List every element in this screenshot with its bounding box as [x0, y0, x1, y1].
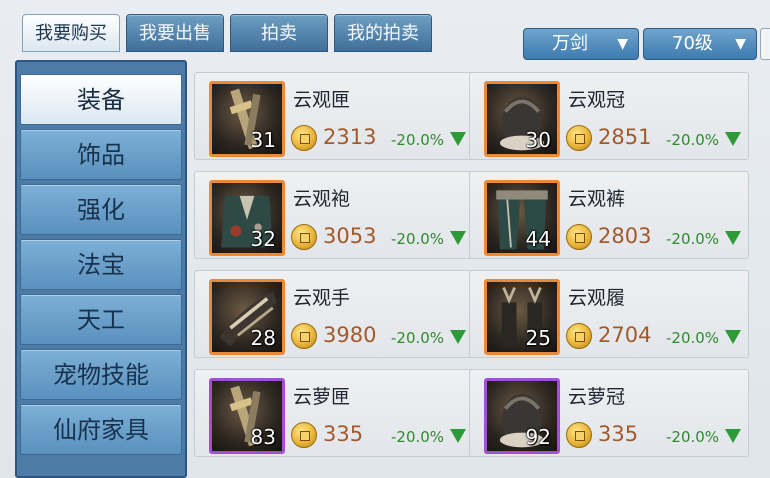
- box-weapon-icon: 83: [209, 378, 285, 454]
- glove-icon: 28: [209, 279, 285, 355]
- coin-icon: [291, 323, 317, 349]
- item-card[interactable]: 44 云观裤 2803 -20.0%: [469, 171, 749, 259]
- item-level: 25: [525, 326, 551, 350]
- item-name: 云观匣: [293, 89, 351, 111]
- level-filter-value: 70级: [672, 33, 713, 54]
- item-name: 云观裤: [568, 188, 626, 210]
- pants-icon: 44: [484, 180, 560, 256]
- item-card[interactable]: 30 云观冠 2851 -20.0%: [469, 72, 749, 160]
- down-arrow-icon: [725, 330, 741, 344]
- item-price: 2313: [323, 125, 377, 149]
- box-weapon-icon: 31: [209, 81, 285, 157]
- price-change: -20.0%: [666, 230, 720, 248]
- coin-icon: [566, 422, 592, 448]
- item-name: 云萝匣: [293, 386, 351, 408]
- category-sidebar: 装备 饰品 强化 法宝 天工 宠物技能 仙府家具: [15, 60, 187, 478]
- item-level: 83: [250, 425, 276, 449]
- down-arrow-icon: [725, 231, 741, 245]
- item-level: 92: [525, 425, 551, 449]
- price-change: -20.0%: [666, 329, 720, 347]
- item-price: 335: [323, 422, 364, 446]
- item-card[interactable]: 92 云萝冠 335 -20.0%: [469, 369, 749, 457]
- price-change: -20.0%: [391, 428, 445, 446]
- tab-buy[interactable]: 我要购买: [22, 14, 120, 52]
- item-price: 2803: [598, 224, 652, 248]
- item-name: 云观手: [293, 287, 351, 309]
- price-change: -20.0%: [666, 428, 720, 446]
- coin-icon: [566, 323, 592, 349]
- item-name: 云观冠: [568, 89, 626, 111]
- sidebar-item-furniture[interactable]: 仙府家具: [20, 404, 182, 455]
- item-name: 云萝冠: [568, 386, 626, 408]
- coin-icon: [566, 125, 592, 151]
- price-change: -20.0%: [391, 230, 445, 248]
- item-name: 云观袍: [293, 188, 351, 210]
- coin-icon: [291, 125, 317, 151]
- coin-icon: [566, 224, 592, 250]
- level-filter-dropdown[interactable]: 70级 ▼: [643, 28, 757, 60]
- price-change: -20.0%: [391, 131, 445, 149]
- boots-icon: 25: [484, 279, 560, 355]
- price-change: -20.0%: [666, 131, 720, 149]
- item-card[interactable]: 25 云观履 2704 -20.0%: [469, 270, 749, 358]
- item-price: 3053: [323, 224, 377, 248]
- down-arrow-icon: [450, 132, 466, 146]
- item-card[interactable]: 83 云萝匣 335 -20.0%: [194, 369, 474, 457]
- down-arrow-icon: [725, 429, 741, 443]
- school-filter-dropdown[interactable]: 万剑 ▼: [523, 28, 639, 60]
- down-arrow-icon: [450, 231, 466, 245]
- robe-icon: 32: [209, 180, 285, 256]
- item-price: 335: [598, 422, 639, 446]
- coin-icon: [291, 422, 317, 448]
- crown-icon: 30: [484, 81, 560, 157]
- item-price: 2704: [598, 323, 652, 347]
- sidebar-item-craft[interactable]: 天工: [20, 294, 182, 345]
- sidebar-item-enhance[interactable]: 强化: [20, 184, 182, 235]
- school-filter-value: 万剑: [552, 33, 588, 54]
- item-level: 44: [525, 227, 551, 251]
- chevron-down-icon: ▼: [617, 36, 628, 52]
- item-card[interactable]: 28 云观手 3980 -20.0%: [194, 270, 474, 358]
- item-price: 2851: [598, 125, 652, 149]
- market-tabs: 我要购买 我要出售 拍卖 我的拍卖: [22, 14, 432, 54]
- sidebar-item-pet-skills[interactable]: 宠物技能: [20, 349, 182, 400]
- chevron-down-icon: ▼: [735, 36, 746, 52]
- item-name: 云观履: [568, 287, 626, 309]
- edge-button[interactable]: [760, 28, 770, 60]
- down-arrow-icon: [725, 132, 741, 146]
- sidebar-item-artifact[interactable]: 法宝: [20, 239, 182, 290]
- tab-sell[interactable]: 我要出售: [126, 14, 224, 52]
- item-price: 3980: [323, 323, 377, 347]
- down-arrow-icon: [450, 429, 466, 443]
- tab-auction[interactable]: 拍卖: [230, 14, 328, 52]
- item-card[interactable]: 31 云观匣 2313 -20.0%: [194, 72, 474, 160]
- price-change: -20.0%: [391, 329, 445, 347]
- down-arrow-icon: [450, 330, 466, 344]
- item-grid: 31 云观匣 2313 -20.0% 30 云观冠 2851 -20.0% 32…: [194, 72, 754, 478]
- item-level: 32: [250, 227, 276, 251]
- item-level: 28: [250, 326, 276, 350]
- item-level: 31: [250, 128, 276, 152]
- sidebar-item-equipment[interactable]: 装备: [20, 74, 182, 125]
- tab-my-auction[interactable]: 我的拍卖: [334, 14, 432, 52]
- sidebar-item-accessories[interactable]: 饰品: [20, 129, 182, 180]
- crown-icon: 92: [484, 378, 560, 454]
- item-card[interactable]: 32 云观袍 3053 -20.0%: [194, 171, 474, 259]
- item-level: 30: [525, 128, 551, 152]
- coin-icon: [291, 224, 317, 250]
